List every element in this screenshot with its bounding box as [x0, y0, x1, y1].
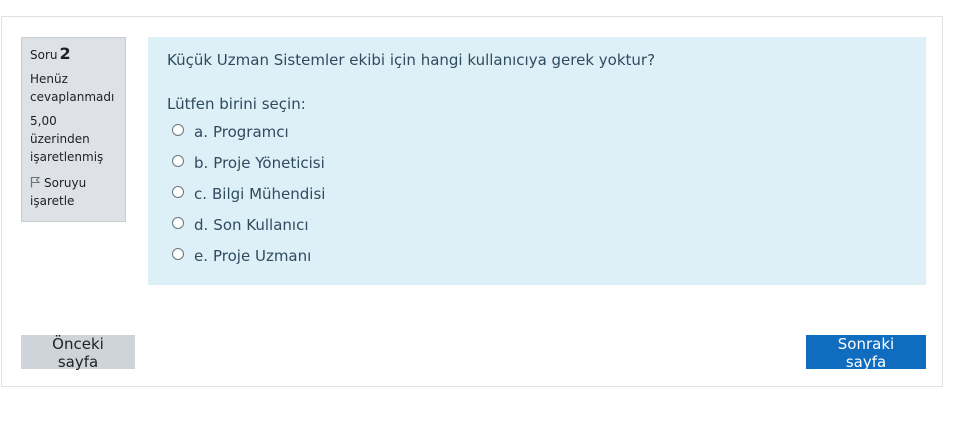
answer-option-e[interactable]: e. Proje Uzmanı: [172, 240, 907, 271]
answer-text: Proje Yöneticisi: [213, 153, 325, 172]
flag-icon: [30, 177, 41, 188]
question-number: 2: [59, 44, 71, 63]
radio-button[interactable]: [172, 154, 184, 167]
answer-letter: d.: [194, 215, 209, 234]
answer-letter: b.: [194, 153, 209, 172]
radio-button[interactable]: [172, 216, 184, 229]
quiz-page-frame: Soru 2 Henüz cevaplanmadı 5,00 üzerinden …: [1, 16, 943, 387]
question-number-row: Soru 2: [30, 45, 117, 64]
flag-question-link[interactable]: Soruyu işaretle: [30, 174, 117, 210]
answer-letter: c.: [194, 184, 208, 203]
radio-button[interactable]: [172, 185, 184, 198]
question-label: Soru: [30, 48, 58, 62]
question-grade-line3: işaretlenmiş: [30, 150, 104, 164]
radio-button[interactable]: [172, 123, 184, 136]
answer-option-d[interactable]: d. Son Kullanıcı: [172, 209, 907, 240]
answer-letter: a.: [194, 122, 208, 141]
previous-page-button[interactable]: Önceki sayfa: [21, 335, 135, 371]
answer-text: Proje Uzmanı: [213, 246, 312, 265]
answer-text: Son Kullanıcı: [213, 215, 309, 234]
answer-option-a[interactable]: a. Programcı: [172, 116, 907, 147]
radio-button[interactable]: [172, 247, 184, 260]
answer-letter: e.: [194, 246, 208, 265]
answer-option-c[interactable]: c. Bilgi Mühendisi: [172, 178, 907, 209]
answer-prompt: Lütfen birini seçin:: [167, 95, 306, 113]
next-page-button[interactable]: Sonraki sayfa: [806, 335, 926, 371]
question-state-line1: Henüz: [30, 72, 68, 86]
question-grade-value: 5,00: [30, 114, 57, 128]
flag-label-line2[interactable]: işaretle: [30, 192, 117, 210]
flag-label-line1[interactable]: Soruyu: [44, 176, 86, 190]
answer-option-b[interactable]: b. Proje Yöneticisi: [172, 147, 907, 178]
answer-list: a. Programcı b. Proje Yöneticisi c. Bilg…: [167, 116, 907, 271]
question-grade: 5,00 üzerinden işaretlenmiş: [30, 112, 117, 166]
question-state-line2: cevaplanmadı: [30, 90, 115, 104]
question-info-panel: Soru 2 Henüz cevaplanmadı 5,00 üzerinden …: [21, 37, 126, 222]
question-text: Küçük Uzman Sistemler ekibi için hangi k…: [167, 51, 656, 69]
question-grade-line2: üzerinden: [30, 132, 90, 146]
answer-text: Programcı: [212, 122, 289, 141]
question-state: Henüz cevaplanmadı: [30, 70, 117, 106]
answer-text: Bilgi Mühendisi: [212, 184, 326, 203]
question-content: Küçük Uzman Sistemler ekibi için hangi k…: [148, 37, 926, 285]
